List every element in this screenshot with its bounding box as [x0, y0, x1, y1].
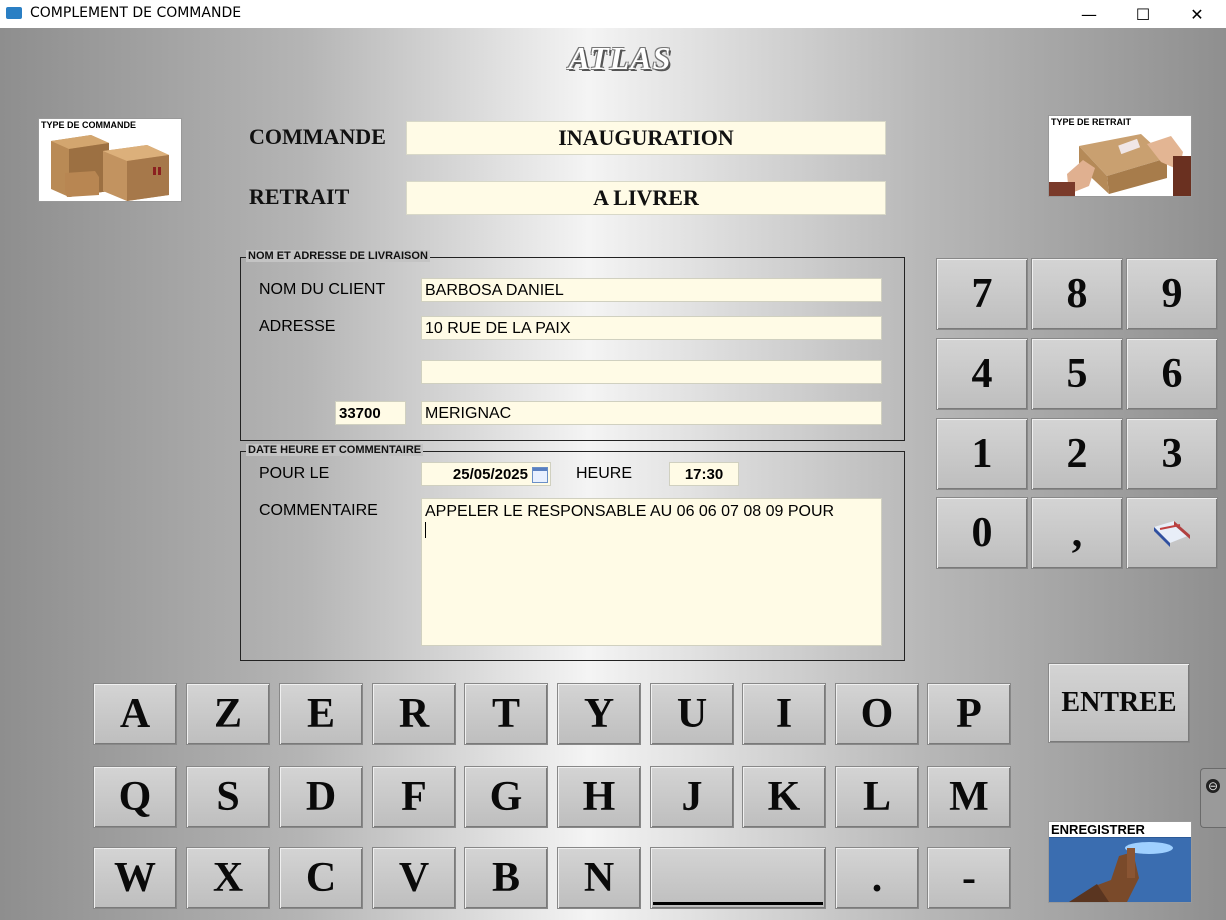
key-v[interactable]: V: [372, 847, 456, 909]
key-t[interactable]: T: [464, 683, 548, 745]
eraser-button[interactable]: [1126, 497, 1218, 569]
key-i[interactable]: I: [742, 683, 826, 745]
numpad-7[interactable]: 7: [936, 258, 1028, 330]
date-label: POUR LE: [259, 465, 330, 482]
key-l[interactable]: L: [835, 766, 919, 828]
time-field[interactable]: 17:30: [669, 462, 739, 486]
key-x[interactable]: X: [186, 847, 270, 909]
address-label: ADRESSE: [259, 318, 336, 335]
key-n[interactable]: N: [557, 847, 641, 909]
key-d[interactable]: D: [279, 766, 363, 828]
cardboard-boxes-icon: [51, 135, 169, 201]
key-k[interactable]: K: [742, 766, 826, 828]
minimize-button[interactable]: —: [1066, 0, 1112, 28]
comment-label: COMMENTAIRE: [259, 502, 378, 519]
key-dash[interactable]: -: [927, 847, 1011, 909]
key-o[interactable]: O: [835, 683, 919, 745]
key-w[interactable]: W: [93, 847, 177, 909]
numpad-5[interactable]: 5: [1031, 338, 1123, 410]
time-label: HEURE: [576, 465, 633, 482]
enregistrer-button[interactable]: ENREGISTRER: [1048, 821, 1192, 903]
schedule-group: DATE HEURE ET COMMENTAIRE POUR LE 25/05/…: [240, 444, 905, 661]
key-m[interactable]: M: [927, 766, 1011, 828]
key-b[interactable]: B: [464, 847, 548, 909]
key-dot[interactable]: .: [835, 847, 919, 909]
title-bar: COMPLEMENT DE COMMANDE — ☐ ✕: [0, 0, 1226, 28]
parcel-hands-icon: [1049, 134, 1191, 196]
retrait-field[interactable]: A LIVRER: [406, 181, 886, 215]
side-panel-tab[interactable]: ⊖: [1200, 768, 1226, 828]
date-field[interactable]: 25/05/2025: [421, 462, 551, 486]
city-field[interactable]: MERIGNAC: [421, 401, 882, 425]
comment-text: APPELER LE RESPONSABLE AU 06 06 07 08 09…: [425, 503, 835, 520]
address-line1-field[interactable]: 10 RUE DE LA PAIX: [421, 316, 882, 340]
key-r[interactable]: R: [372, 683, 456, 745]
key-e[interactable]: E: [279, 683, 363, 745]
date-value: 25/05/2025: [452, 466, 528, 483]
key-s[interactable]: S: [186, 766, 270, 828]
retrait-label: RETRAIT: [249, 184, 350, 209]
client-label: NOM DU CLIENT: [259, 281, 386, 298]
entree-button[interactable]: ENTREE: [1048, 663, 1190, 743]
type-commande-button[interactable]: TYPE DE COMMANDE: [38, 118, 182, 202]
commande-field[interactable]: INAUGURATION: [406, 121, 886, 155]
numpad-6[interactable]: 6: [1126, 338, 1218, 410]
key-h[interactable]: H: [557, 766, 641, 828]
key-q[interactable]: Q: [93, 766, 177, 828]
numpad-9[interactable]: 9: [1126, 258, 1218, 330]
delivery-group: NOM ET ADRESSE DE LIVRAISON NOM DU CLIEN…: [240, 250, 905, 441]
key-u[interactable]: U: [650, 683, 734, 745]
key-y[interactable]: Y: [557, 683, 641, 745]
space-key[interactable]: [650, 847, 826, 909]
commande-label: COMMANDE: [249, 124, 386, 149]
numpad-0[interactable]: 0: [936, 497, 1028, 569]
eraser-icon: [1154, 521, 1190, 547]
delivery-legend: NOM ET ADRESSE DE LIVRAISON: [246, 250, 430, 262]
numpad-4[interactable]: 4: [936, 338, 1028, 410]
key-z[interactable]: Z: [186, 683, 270, 745]
key-j[interactable]: J: [650, 766, 734, 828]
key-f[interactable]: F: [372, 766, 456, 828]
key-c[interactable]: C: [279, 847, 363, 909]
app-icon: [6, 7, 22, 19]
collapse-icon: ⊖: [1206, 779, 1220, 793]
type-commande-caption: TYPE DE COMMANDE: [41, 120, 137, 130]
press-button-icon: [1049, 838, 1191, 902]
type-retrait-button[interactable]: TYPE DE RETRAIT: [1048, 115, 1192, 197]
comment-field[interactable]: APPELER LE RESPONSABLE AU 06 06 07 08 09…: [421, 498, 882, 646]
calendar-icon[interactable]: [532, 467, 548, 484]
numpad-3[interactable]: 3: [1126, 418, 1218, 490]
postcode-field[interactable]: 33700: [335, 401, 406, 425]
atlas-logo: ATLAS: [568, 40, 672, 76]
numpad-8[interactable]: 8: [1031, 258, 1123, 330]
numpad-1[interactable]: 1: [936, 418, 1028, 490]
text-cursor: [425, 522, 426, 538]
numpad-comma[interactable]: ,: [1031, 497, 1123, 569]
address-line2-field[interactable]: [421, 360, 882, 384]
type-retrait-caption: TYPE DE RETRAIT: [1051, 117, 1132, 127]
numpad-2[interactable]: 2: [1031, 418, 1123, 490]
maximize-button[interactable]: ☐: [1120, 0, 1166, 28]
main-window: ATLAS TYPE DE COMMANDE TYPE DE RETRAIT C…: [0, 28, 1226, 920]
key-g[interactable]: G: [464, 766, 548, 828]
close-button[interactable]: ✕: [1174, 0, 1220, 28]
client-name-field[interactable]: BARBOSA DANIEL: [421, 278, 882, 302]
space-bar-icon: [653, 901, 823, 905]
window-title: COMPLEMENT DE COMMANDE: [30, 5, 242, 21]
key-a[interactable]: A: [93, 683, 177, 745]
schedule-legend: DATE HEURE ET COMMENTAIRE: [246, 444, 424, 456]
key-p[interactable]: P: [927, 683, 1011, 745]
